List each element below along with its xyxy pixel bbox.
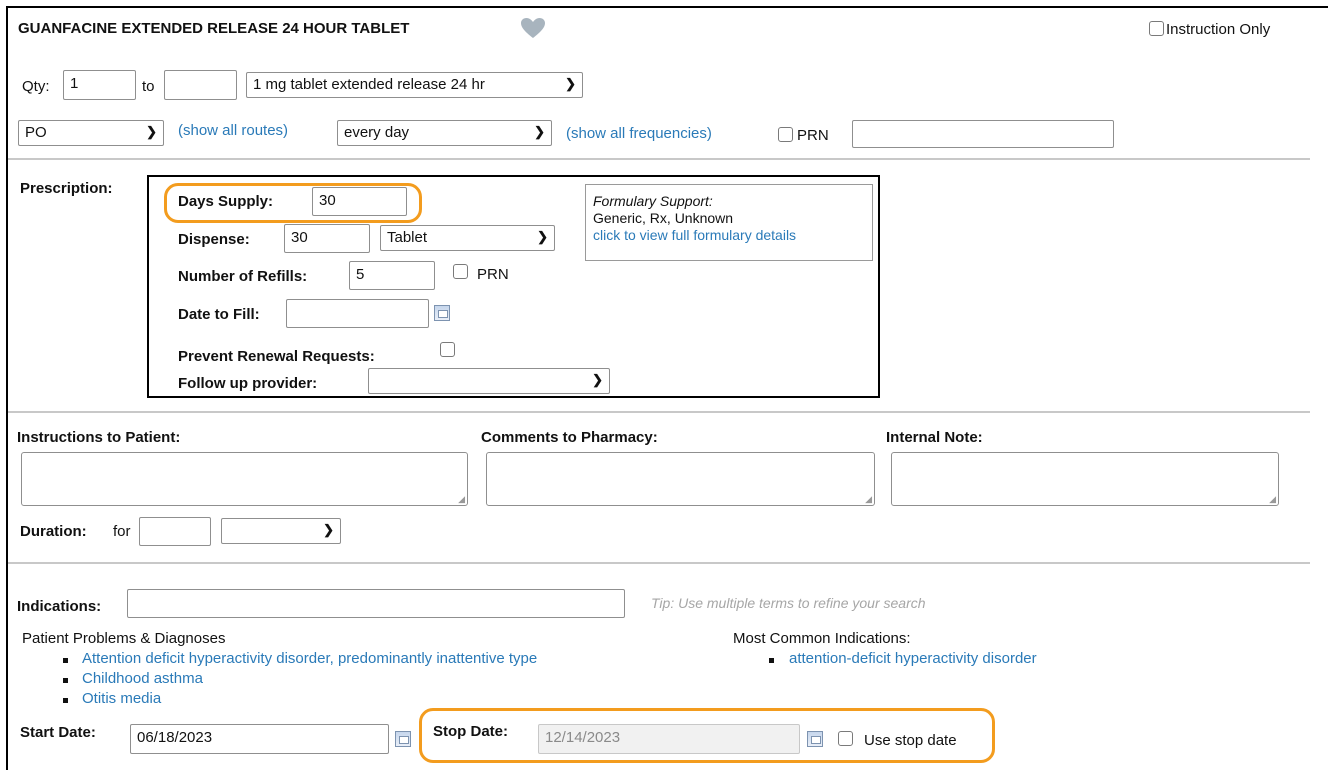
resize-grip-icon[interactable]: ◢ [1269, 495, 1276, 504]
date-to-fill-label: Date to Fill: [178, 306, 260, 323]
chevron-down-icon: ❯ [534, 124, 545, 139]
calendar-icon[interactable] [807, 731, 823, 747]
form-select-value: 1 mg tablet extended release 24 hr [253, 76, 485, 93]
problems-title: Patient Problems & Diagnoses [22, 630, 226, 647]
dispense-unit-value: Tablet [387, 229, 428, 246]
stop-date-label: Stop Date: [433, 723, 508, 740]
bullet-icon [63, 658, 68, 663]
problem-link-3[interactable]: Otitis media [82, 690, 161, 707]
duration-label: Duration: [20, 523, 87, 540]
chevron-down-icon: ❯ [592, 372, 603, 387]
route-select-value: PO [25, 124, 47, 141]
drug-title: GUANFACINE EXTENDED RELEASE 24 HOUR TABL… [18, 20, 410, 37]
internal-note-textarea[interactable]: ◢ [891, 452, 1279, 506]
resize-grip-icon[interactable]: ◢ [865, 495, 872, 504]
form-select[interactable]: 1 mg tablet extended release 24 hr ❯ [246, 72, 583, 98]
show-all-frequencies-link[interactable]: (show all frequencies) [566, 125, 712, 142]
days-supply-input[interactable]: 30 [312, 187, 407, 216]
common-indications-title: Most Common Indications: [733, 630, 911, 647]
refills-input[interactable]: 5 [349, 261, 435, 290]
duration-input[interactable] [139, 517, 211, 546]
formulary-details-link[interactable]: click to view full formulary details [593, 227, 796, 243]
qty-input[interactable]: 1 [63, 70, 136, 100]
chevron-down-icon: ❯ [537, 229, 548, 244]
frequency-select[interactable]: every day ❯ [337, 120, 552, 146]
dispense-label: Dispense: [178, 231, 250, 248]
start-date-input[interactable]: 06/18/2023 [130, 724, 389, 754]
calendar-icon[interactable] [395, 731, 411, 747]
refills-label: Number of Refills: [178, 268, 308, 285]
instructions-textarea[interactable]: ◢ [21, 452, 468, 506]
duration-for-label: for [113, 523, 131, 540]
prn-checkbox[interactable] [778, 127, 793, 142]
use-stop-date-checkbox[interactable] [838, 731, 853, 746]
instruction-only-label: Instruction Only [1166, 21, 1271, 38]
dispense-input[interactable]: 30 [284, 224, 370, 253]
frequency-select-value: every day [344, 124, 410, 141]
days-supply-label: Days Supply: [178, 193, 274, 210]
indications-label: Indications: [17, 598, 102, 615]
bullet-icon [63, 698, 68, 703]
refills-prn-label: PRN [477, 266, 509, 283]
follow-up-select[interactable]: ❯ [368, 368, 610, 394]
divider [8, 411, 1310, 413]
divider [8, 562, 1310, 564]
chevron-down-icon: ❯ [323, 522, 334, 537]
bullet-icon [769, 658, 774, 663]
stop-date-input[interactable]: 12/14/2023 [538, 724, 800, 754]
route-select[interactable]: PO ❯ [18, 120, 164, 146]
refills-prn-checkbox[interactable] [453, 264, 468, 279]
date-to-fill-input[interactable] [286, 299, 429, 328]
internal-note-label: Internal Note: [886, 429, 983, 446]
indications-input[interactable] [127, 589, 625, 618]
prescription-label: Prescription: [20, 180, 113, 197]
heart-icon[interactable] [520, 17, 546, 43]
comments-label: Comments to Pharmacy: [481, 429, 658, 446]
prn-label: PRN [797, 127, 829, 144]
common-indication-link-1[interactable]: attention-deficit hyperactivity disorder [789, 650, 1037, 667]
dispense-unit-select[interactable]: Tablet ❯ [380, 225, 555, 251]
problem-link-2[interactable]: Childhood asthma [82, 670, 203, 687]
duration-unit-select[interactable]: ❯ [221, 518, 341, 544]
formulary-title: Formulary Support: [593, 193, 713, 209]
problem-link-1[interactable]: Attention deficit hyperactivity disorder… [82, 650, 537, 667]
instructions-label: Instructions to Patient: [17, 429, 181, 446]
qty-to-input[interactable] [164, 70, 237, 100]
qty-label: Qty: [22, 78, 50, 95]
divider [8, 158, 1310, 160]
indications-tip: Tip: Use multiple terms to refine your s… [651, 595, 926, 611]
qty-to-label: to [142, 78, 155, 95]
show-all-routes-link[interactable]: (show all routes) [178, 122, 288, 139]
start-date-label: Start Date: [20, 724, 96, 741]
prevent-renewal-checkbox[interactable] [440, 342, 455, 357]
chevron-down-icon: ❯ [146, 124, 157, 139]
follow-up-label: Follow up provider: [178, 375, 318, 392]
formulary-status: Generic, Rx, Unknown [593, 210, 734, 226]
comments-textarea[interactable]: ◢ [486, 452, 875, 506]
resize-grip-icon[interactable]: ◢ [458, 495, 465, 504]
calendar-icon[interactable] [434, 305, 450, 321]
prevent-renewal-label: Prevent Renewal Requests: [178, 348, 375, 365]
chevron-down-icon: ❯ [565, 76, 576, 91]
bullet-icon [63, 678, 68, 683]
use-stop-date-label: Use stop date [864, 732, 957, 749]
prn-reason-input[interactable] [852, 120, 1114, 148]
instruction-only-checkbox[interactable] [1149, 21, 1164, 36]
